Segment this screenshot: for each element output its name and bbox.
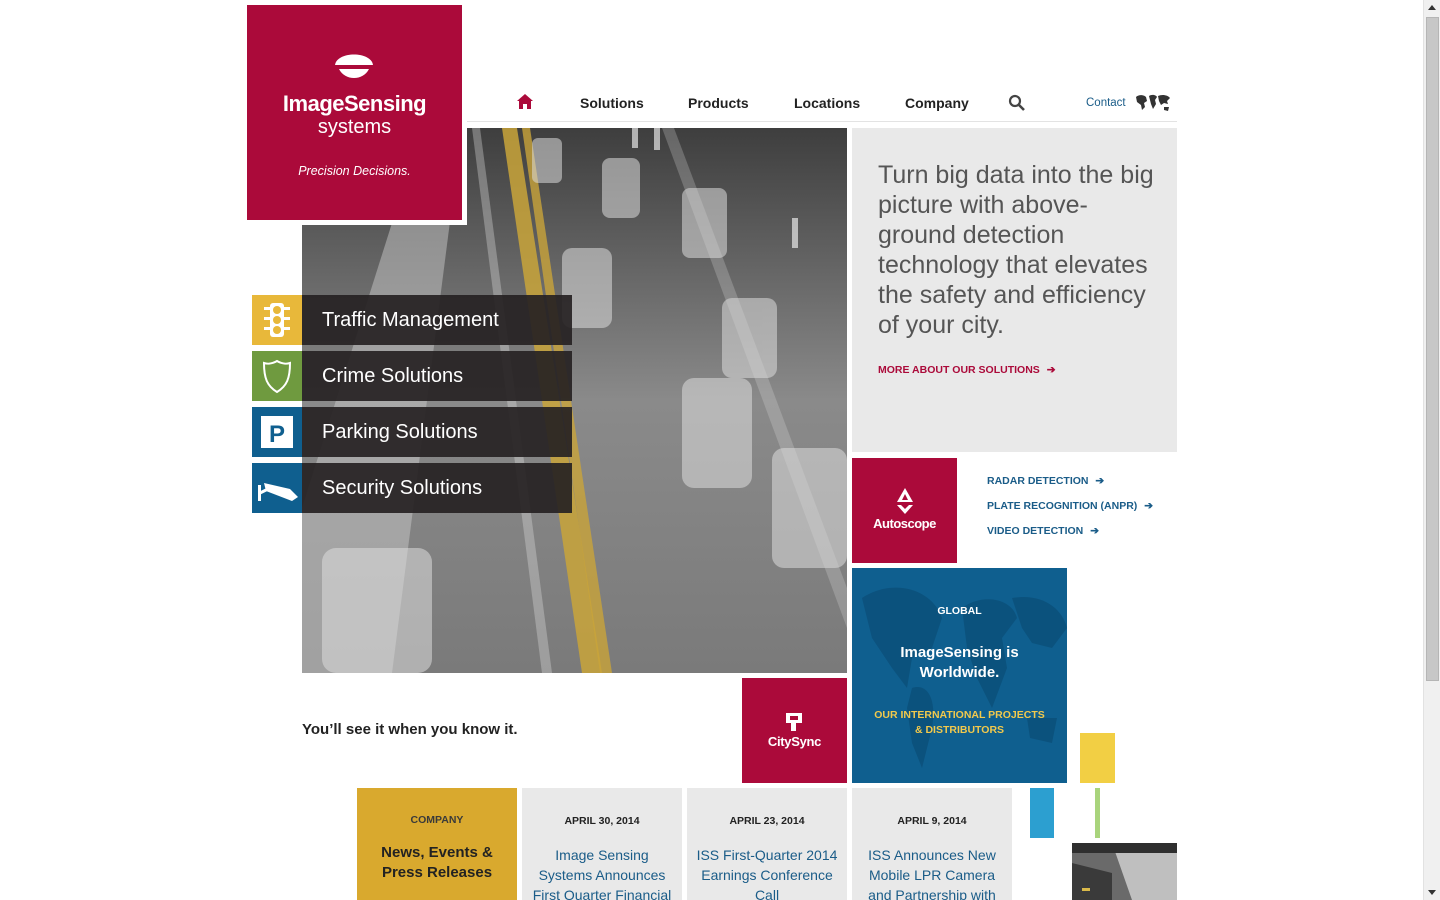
scroll-down-arrow-icon[interactable]: [1424, 884, 1440, 900]
autoscope-tile[interactable]: Autoscope: [852, 458, 957, 563]
logo-tagline: Precision Decisions.: [298, 164, 411, 178]
scroll-up-arrow-icon[interactable]: [1424, 0, 1440, 16]
page-tagline: You’ll see it when you know it.: [302, 721, 518, 738]
arrow-right-icon: ➔: [1144, 500, 1154, 512]
logo-brand-name: ImageSensing: [282, 91, 427, 116]
citysync-name: CitySync: [767, 734, 822, 749]
global-tile[interactable]: GLOBAL ImageSensing is Worldwide. OUR IN…: [852, 568, 1067, 783]
global-heading: ImageSensing is Worldwide.: [900, 644, 1019, 681]
global-label: GLOBAL: [937, 605, 982, 617]
security-camera-icon[interactable]: [252, 463, 302, 513]
video-detection-label: VIDEO DETECTION: [987, 525, 1084, 537]
scrollbar-thumb[interactable]: [1426, 17, 1439, 681]
intro-panel: Turn big data into the big picture with …: [852, 128, 1177, 452]
solution-traffic-management[interactable]: Traffic Management: [302, 295, 572, 345]
arrow-right-icon: ➔: [1046, 364, 1056, 376]
nav-contact-link[interactable]: Contact: [1086, 97, 1126, 109]
decorative-green-bar: [1095, 788, 1100, 838]
citysync-logo-icon: [786, 713, 802, 731]
svg-text:P: P: [269, 421, 285, 448]
international-projects-link[interactable]: OUR INTERNATIONAL PROJECTS & DISTRIBUTOR…: [872, 708, 1047, 738]
company-logo[interactable]: ImageSensing systems Precision Decisions…: [247, 5, 462, 220]
solution-parking[interactable]: Parking Solutions: [302, 407, 572, 457]
intro-text: Turn big data into the big picture with …: [878, 161, 1154, 339]
news-item[interactable]: APRIL 9, 2014 ISS Announces New Mobile L…: [852, 788, 1012, 900]
radar-detection-label: RADAR DETECTION: [987, 475, 1089, 487]
solution-security[interactable]: Security Solutions: [302, 463, 572, 513]
home-icon[interactable]: [516, 93, 534, 111]
news-title-link[interactable]: ISS First-Quarter 2014 Earnings Conferen…: [695, 845, 839, 900]
nav-company[interactable]: Company: [905, 95, 969, 111]
more-solutions-link[interactable]: MORE ABOUT OUR SOLUTIONS ➔: [878, 364, 1056, 376]
news-title-link[interactable]: ISS Announces New Mobile LPR Camera and …: [860, 845, 1004, 900]
autoscope-name: Autoscope: [873, 516, 936, 531]
nav-products[interactable]: Products: [688, 95, 749, 111]
arrow-right-icon: ➔: [1095, 475, 1105, 487]
vertical-scrollbar[interactable]: [1423, 0, 1440, 900]
news-company-label: COMPANY: [410, 814, 464, 826]
solution-crime[interactable]: Crime Solutions: [302, 351, 572, 401]
news-company-tile[interactable]: COMPANY News, Events & Press Releases: [357, 788, 517, 900]
news-date: APRIL 9, 2014: [897, 815, 967, 827]
news-item[interactable]: APRIL 23, 2014 ISS First-Quarter 2014 Ea…: [687, 788, 847, 900]
plate-recognition-link[interactable]: PLATE RECOGNITION (ANPR) ➔: [987, 500, 1153, 512]
decorative-yellow-square: [1080, 733, 1115, 783]
parking-garage-thumbnail[interactable]: [1072, 843, 1177, 900]
nav-solutions[interactable]: Solutions: [580, 95, 644, 111]
video-detection-link[interactable]: VIDEO DETECTION ➔: [987, 525, 1099, 537]
news-item[interactable]: APRIL 30, 2014 Image Sensing Systems Ann…: [522, 788, 682, 900]
more-solutions-label: MORE ABOUT OUR SOLUTIONS: [878, 364, 1040, 376]
decorative-blue-bar: [1030, 788, 1054, 838]
logo-brand-subtitle: systems: [317, 116, 392, 138]
nav-locations[interactable]: Locations: [794, 95, 860, 111]
shield-icon[interactable]: [252, 351, 302, 401]
plate-recognition-label: PLATE RECOGNITION (ANPR): [987, 500, 1138, 512]
citysync-tile[interactable]: CitySync: [742, 678, 847, 783]
news-title-link[interactable]: Image Sensing Systems Announces First Qu…: [530, 845, 674, 900]
arrow-right-icon: ➔: [1090, 525, 1099, 537]
parking-icon[interactable]: P: [252, 407, 302, 457]
news-date: APRIL 30, 2014: [564, 815, 640, 827]
nav-divider: [467, 121, 1177, 122]
autoscope-logo-icon: [897, 488, 913, 514]
eye-logo-icon: [331, 54, 377, 78]
news-date: APRIL 23, 2014: [729, 815, 805, 827]
world-map-icon[interactable]: [1134, 92, 1172, 114]
traffic-light-icon[interactable]: [252, 295, 302, 345]
news-company-heading: News, Events & Press Releases: [381, 844, 493, 881]
radar-detection-link[interactable]: RADAR DETECTION ➔: [987, 475, 1104, 487]
search-icon[interactable]: [1008, 94, 1026, 112]
